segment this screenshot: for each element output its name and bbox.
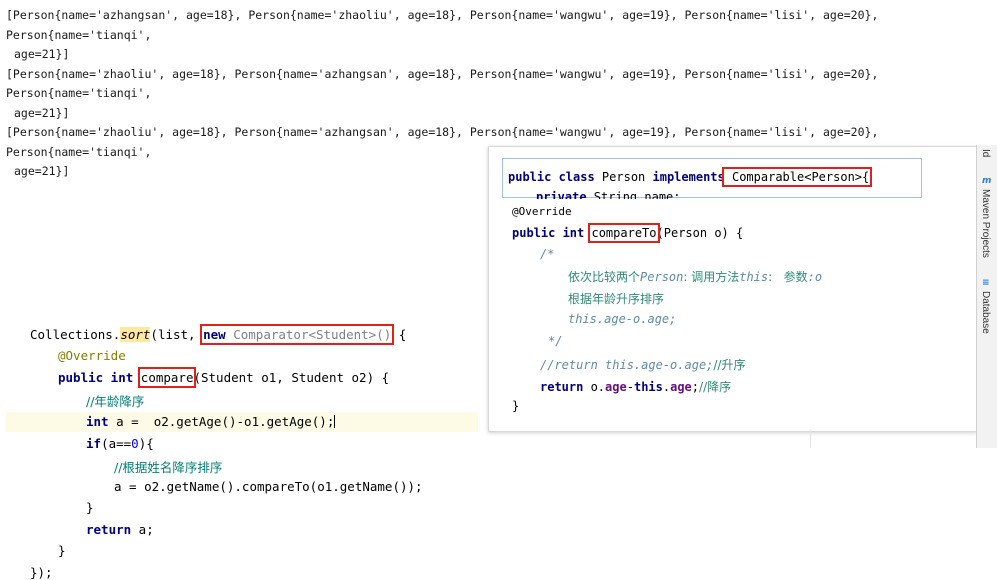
text-caret: [334, 415, 336, 428]
database-icon: ≡: [982, 278, 990, 288]
new-keyword: new: [203, 327, 226, 342]
comparable-interface[interactable]: Comparable<Person>{: [721, 167, 873, 187]
output-line: age=21}]: [14, 105, 70, 120]
code-comment: //年龄降序: [86, 394, 145, 409]
sort-method[interactable]: sort: [120, 327, 151, 342]
compareto-method[interactable]: compareTo: [588, 223, 660, 243]
code-line[interactable]: }: [512, 399, 519, 413]
tool-tab-database[interactable]: Database: [980, 291, 991, 334]
code-line[interactable]: a = o2.getName().compareTo(o1.getName())…: [114, 479, 423, 494]
code-comment: 依次比较两个Person: 调用方法this: 参数:o: [568, 270, 823, 284]
code-line[interactable]: });: [30, 565, 53, 580]
code-line[interactable]: }: [86, 500, 94, 515]
code-comment: /*: [540, 247, 555, 261]
code-line[interactable]: public int compareTo(Person o) {: [512, 223, 743, 243]
code-comment: //根据姓名降序排序: [114, 460, 223, 475]
code-line[interactable]: return o.age-this.age;//降序: [540, 378, 731, 395]
code-comment: this.age-o.age;: [568, 312, 677, 326]
code-line[interactable]: int a = o2.getAge()-o1.getAge();: [86, 414, 336, 429]
code-comment: */: [548, 334, 563, 348]
code-line[interactable]: return a;: [86, 522, 154, 537]
code-line[interactable]: }: [58, 543, 66, 558]
compare-method[interactable]: compare: [137, 367, 197, 388]
tool-tab-id[interactable]: Id: [980, 149, 991, 157]
maven-icon: m: [982, 176, 992, 186]
field-declaration: private String name;: [536, 190, 681, 199]
code-editor[interactable]: Collections.sort(list, new Comparator<St…: [0, 150, 480, 580]
class-declaration[interactable]: public class Person implements Comparabl…: [508, 167, 873, 187]
tool-tab-maven-projects[interactable]: Maven Projects: [980, 189, 991, 258]
output-line: [Person{name='azhangsan', age=18}, Perso…: [6, 8, 879, 42]
code-line[interactable]: Collections.sort(list, new Comparator<St…: [30, 324, 406, 345]
comparator-type[interactable]: Comparator<Student>(: [226, 327, 384, 342]
output-line: age=21}]: [14, 47, 70, 61]
override-annotation: @Override: [58, 348, 126, 363]
code-line[interactable]: public int compare(Student o1, Student o…: [58, 367, 389, 388]
override-annotation: @Override: [512, 205, 572, 218]
output-line: [Person{name='zhaoliu', age=18}, Person{…: [6, 66, 879, 101]
code-comment: //return this.age-o.age;//升序: [540, 358, 746, 372]
code-line[interactable]: if(a==0){: [86, 436, 154, 451]
right-margin-guide: [810, 430, 811, 448]
code-comment: 根据年龄升序排序: [568, 292, 665, 306]
right-tool-strip: Id m Maven Projects ≡ Database: [976, 145, 997, 448]
